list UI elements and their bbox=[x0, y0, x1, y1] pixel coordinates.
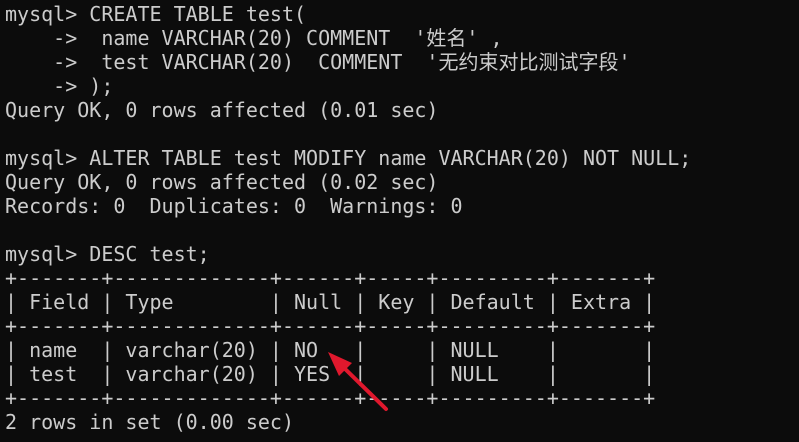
table-border: +-------+-------------+------+-----+----… bbox=[5, 386, 656, 410]
terminal-line: mysql> CREATE TABLE test( bbox=[5, 2, 307, 26]
table-header-row: | Field | Type | Null | Key | Default | … bbox=[5, 290, 656, 314]
table-row: | test | varchar(20) | YES | | NULL | | bbox=[5, 362, 656, 386]
table-row: | name | varchar(20) | NO | | NULL | | bbox=[5, 338, 656, 362]
terminal-line: 2 rows in set (0.00 sec) bbox=[5, 410, 294, 434]
terminal-output[interactable]: mysql> CREATE TABLE test( -> name VARCHA… bbox=[0, 0, 799, 442]
terminal-line: Query OK, 0 rows affected (0.02 sec) bbox=[5, 170, 439, 194]
terminal-line: -> ); bbox=[5, 74, 114, 98]
table-border: +-------+-------------+------+-----+----… bbox=[5, 314, 656, 338]
terminal-line: mysql> ALTER TABLE test MODIFY name VARC… bbox=[5, 146, 692, 170]
terminal-line: -> name VARCHAR(20) COMMENT '姓名' , bbox=[5, 26, 503, 50]
terminal-line: Query OK, 0 rows affected (0.01 sec) bbox=[5, 98, 439, 122]
terminal-line: -> test VARCHAR(20) COMMENT '无约束对比测试字段' bbox=[5, 50, 631, 74]
terminal-line: Records: 0 Duplicates: 0 Warnings: 0 bbox=[5, 194, 463, 218]
table-border: +-------+-------------+------+-----+----… bbox=[5, 266, 656, 290]
terminal-line: mysql> DESC test; bbox=[5, 242, 210, 266]
